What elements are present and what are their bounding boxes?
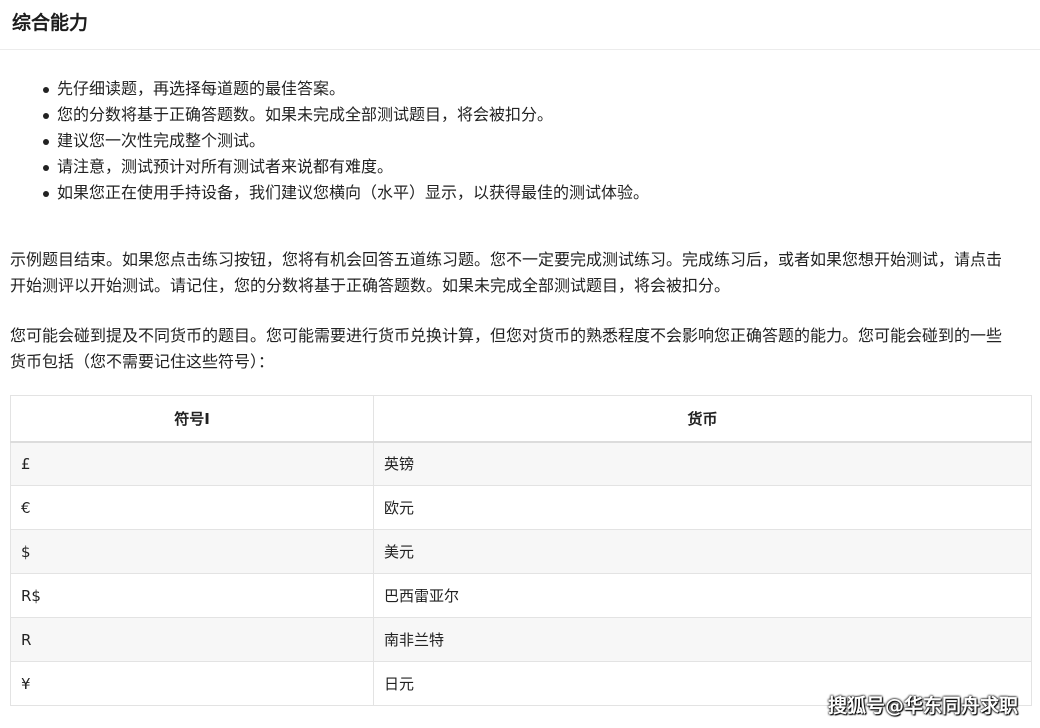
currency-cell: 欧元 <box>373 485 1032 530</box>
table-row: £ 英镑 <box>10 441 1032 486</box>
currency-cell: 南非兰特 <box>373 617 1032 662</box>
table-row: $ 美元 <box>10 529 1032 574</box>
currency-table: 符号I 货币 £ 英镑 € 欧元 $ 美元 R$ 巴西雷亚尔 R 南非兰特 ¥ … <box>10 395 1032 706</box>
symbol-cell: ¥ <box>10 661 374 706</box>
practice-note-paragraph: 示例题目结束。如果您点击练习按钮，您将有机会回答五道练习题。您不一定要完成测试练… <box>10 250 1003 295</box>
symbol-cell: € <box>10 485 374 530</box>
symbol-cell: $ <box>10 529 374 574</box>
instructions-list: 先仔细读题，再选择每道题的最佳答案。 您的分数将基于正确答题数。如果未完成全部测… <box>0 76 1040 206</box>
watermark: 搜狐号@华东同舟求职 <box>827 695 1018 717</box>
symbol-cell: R$ <box>10 573 374 618</box>
currency-cell: 英镑 <box>373 441 1032 486</box>
page-header: 综合能力 <box>0 0 1040 50</box>
instruction-item: 如果您正在使用手持设备，我们建议您横向（水平）显示，以获得最佳的测试体验。 <box>43 180 1040 206</box>
instruction-item: 请注意，测试预计对所有测试者来说都有难度。 <box>43 154 1040 180</box>
instruction-item: 建议您一次性完成整个测试。 <box>43 128 1040 154</box>
page-title: 综合能力 <box>12 12 89 34</box>
currency-note-paragraph: 您可能会碰到提及不同货币的题目。您可能需要进行货币兑换计算，但您对货币的熟悉程度… <box>10 326 1003 371</box>
instruction-item: 先仔细读题，再选择每道题的最佳答案。 <box>43 76 1040 102</box>
symbol-cell: R <box>10 617 374 662</box>
symbol-cell: £ <box>10 441 374 486</box>
instruction-item: 您的分数将基于正确答题数。如果未完成全部测试题目，将会被扣分。 <box>43 102 1040 128</box>
table-row: R$ 巴西雷亚尔 <box>10 573 1032 618</box>
column-header-currency: 货币 <box>373 395 1032 442</box>
currency-cell: 巴西雷亚尔 <box>373 573 1032 618</box>
column-header-symbol: 符号I <box>10 395 374 442</box>
table-row: € 欧元 <box>10 485 1032 530</box>
table-row: R 南非兰特 <box>10 617 1032 662</box>
currency-cell: 美元 <box>373 529 1032 574</box>
table-header-row: 符号I 货币 <box>10 395 1032 442</box>
